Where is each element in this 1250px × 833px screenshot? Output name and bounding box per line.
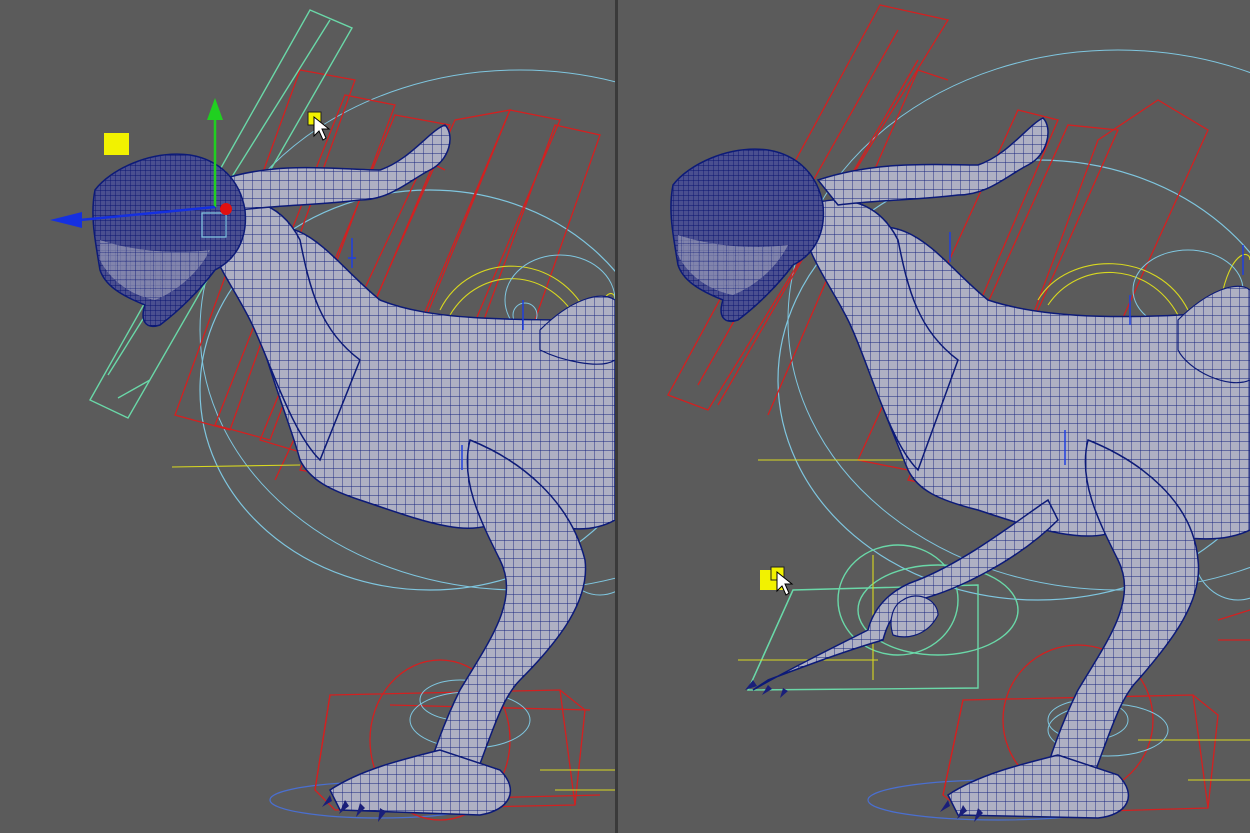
viewport-left[interactable] — [0, 0, 615, 833]
scene-right[interactable] — [618, 0, 1250, 833]
viewport-right[interactable] — [618, 0, 1250, 833]
dragon-mesh-right — [670, 117, 1250, 822]
yellow-handle[interactable] — [104, 133, 129, 155]
scene-left[interactable] — [0, 0, 615, 833]
dragon-mesh-left — [92, 124, 615, 822]
